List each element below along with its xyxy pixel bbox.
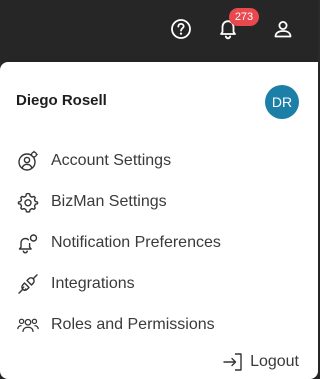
account-settings-icon	[17, 150, 39, 172]
notification-count-badge: 273	[229, 8, 259, 26]
menu-item-roles-and-permissions[interactable]: Roles and Permissions	[0, 304, 318, 345]
top-bar: 273	[0, 0, 318, 62]
menu-item-bizman-settings[interactable]: BizMan Settings	[0, 181, 318, 222]
menu-item-label: Account Settings	[51, 151, 172, 169]
logout-button[interactable]: Logout	[222, 351, 299, 373]
menu-item-label: Roles and Permissions	[51, 315, 215, 333]
help-circle-icon[interactable]	[168, 16, 194, 42]
user-menu-list: Account Settings BizMan Settings Notific…	[0, 140, 318, 345]
menu-item-label: Integrations	[51, 274, 135, 292]
user-menu-panel: Diego Rosell DR Account Settings BizMan …	[0, 62, 318, 379]
logout-label: Logout	[250, 353, 299, 370]
avatar[interactable]: DR	[265, 85, 299, 119]
menu-item-integrations[interactable]: Integrations	[0, 263, 318, 304]
plug-icon	[17, 273, 39, 295]
user-icon[interactable]	[270, 16, 296, 42]
user-name: Diego Rosell	[16, 92, 107, 109]
menu-item-label: Notification Preferences	[51, 233, 221, 251]
menu-item-account-settings[interactable]: Account Settings	[0, 140, 318, 181]
gear-icon	[17, 191, 39, 213]
notification-bell-icon	[17, 232, 39, 254]
logout-icon	[222, 351, 244, 373]
menu-item-label: BizMan Settings	[51, 192, 167, 210]
menu-item-notification-preferences[interactable]: Notification Preferences	[0, 222, 318, 263]
people-icon	[17, 314, 39, 336]
